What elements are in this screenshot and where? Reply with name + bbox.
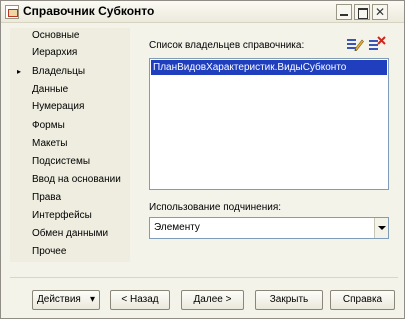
subordination-select[interactable]: Элементу [149, 217, 389, 239]
maximize-button[interactable] [354, 4, 370, 20]
back-button[interactable]: < Назад [110, 290, 170, 310]
dialog-window: Справочник Субконто ✕ Основные Иерархия … [0, 0, 405, 319]
sidebar-item-label: Интерфейсы [32, 210, 92, 221]
sidebar-item-label: Владельцы [32, 66, 86, 77]
subordination-label: Использование подчинения: [149, 202, 282, 213]
sidebar-item-other[interactable]: Прочее [10, 244, 130, 260]
sidebar-nav: Основные Иерархия ▸ Владельцы Данные Нуме… [10, 28, 130, 262]
close-button[interactable]: Закрыть [255, 290, 323, 310]
sidebar-item-input-based[interactable]: Ввод на основании [10, 172, 130, 188]
chevron-down-icon[interactable] [374, 218, 388, 238]
chevron-down-icon: ▾ [89, 294, 95, 305]
window-title: Справочник Субконто [23, 4, 155, 18]
sidebar-item-label: Макеты [32, 138, 68, 149]
help-button[interactable]: Справка [330, 290, 395, 310]
owners-list[interactable]: ПланВидовХарактеристик.ВидыСубконто [149, 58, 389, 190]
sidebar-item-label: Права [32, 192, 62, 203]
sidebar-item-subsystems[interactable]: Подсистемы [10, 154, 130, 170]
minimize-button[interactable] [336, 4, 352, 20]
subordination-value: Элементу [154, 222, 200, 233]
sidebar-item-label: Данные [32, 84, 69, 95]
sidebar-item-label: Прочее [32, 246, 67, 257]
actions-label: Действия [37, 294, 81, 305]
sidebar-item-label: Обмен данными [32, 228, 109, 239]
sidebar-item-forms[interactable]: Формы [10, 118, 130, 134]
sidebar-item-data-exchange[interactable]: Обмен данными [10, 226, 130, 242]
catalog-icon [5, 5, 19, 19]
sidebar-item-numbering[interactable]: Нумерация [10, 99, 130, 115]
actions-button[interactable]: Действия ▾ [32, 290, 100, 310]
next-button[interactable]: Далее > [181, 290, 244, 310]
sidebar-item-label: Основные [32, 30, 80, 41]
sidebar-item-label: Ввод на основании [32, 174, 121, 185]
delete-list-icon[interactable] [368, 36, 386, 52]
sidebar-item-templates[interactable]: Макеты [10, 136, 130, 152]
edit-list-icon[interactable] [346, 36, 364, 52]
sidebar-item-main[interactable]: Основные [10, 28, 130, 44]
sidebar-item-rights[interactable]: Права [10, 190, 130, 206]
sidebar-item-data[interactable]: Данные [10, 82, 130, 98]
sidebar-item-label: Подсистемы [32, 156, 91, 167]
sidebar-item-label: Иерархия [32, 47, 78, 58]
sidebar-item-hierarchy[interactable]: Иерархия [10, 45, 130, 61]
sidebar-item-interfaces[interactable]: Интерфейсы [10, 208, 130, 224]
selected-arrow-icon: ▸ [17, 67, 22, 76]
owners-list-label: Список владельцев справочника: [149, 40, 305, 51]
close-window-button[interactable]: ✕ [372, 4, 388, 20]
sidebar-item-owners[interactable]: ▸ Владельцы [10, 64, 130, 80]
list-item[interactable]: ПланВидовХарактеристик.ВидыСубконто [151, 60, 387, 75]
sidebar-item-label: Нумерация [32, 101, 85, 112]
sidebar-item-label: Формы [32, 120, 65, 131]
footer-divider [10, 277, 398, 278]
title-bar[interactable]: Справочник Субконто ✕ [1, 1, 404, 23]
